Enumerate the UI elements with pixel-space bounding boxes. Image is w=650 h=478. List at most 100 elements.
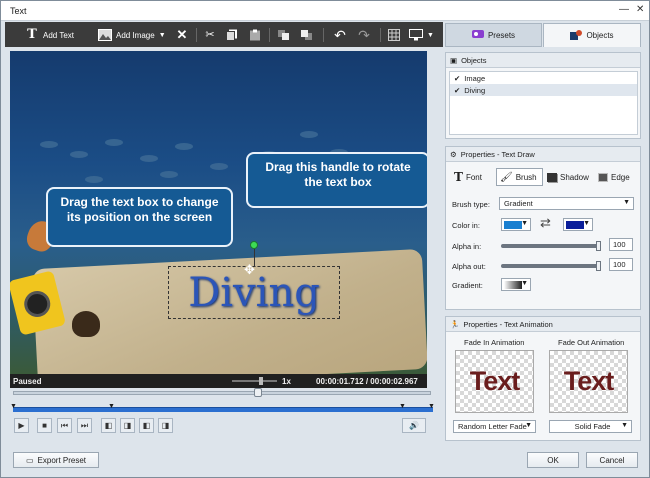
play-button[interactable]: ▶: [14, 418, 29, 433]
fish: [160, 171, 178, 178]
volume-button[interactable]: 🔊: [402, 418, 426, 433]
ok-button[interactable]: OK: [527, 452, 579, 468]
fade-in-start-button[interactable]: ◧: [101, 418, 116, 433]
paste-button[interactable]: [248, 27, 262, 43]
color-in-secondary[interactable]: ▼: [563, 218, 593, 231]
fade-out-start-icon: ◧: [142, 421, 151, 430]
seek-bar[interactable]: [13, 391, 431, 395]
playback-status-bar: Paused 1x 00:00:01.712 / 00:00:02.967: [10, 374, 427, 388]
fade-out-value: Solid Fade: [574, 422, 611, 431]
tab-objects[interactable]: Objects: [543, 23, 641, 47]
object-item-label: Diving: [464, 85, 486, 95]
chevron-down-icon[interactable]: ▼: [159, 32, 166, 39]
timeline[interactable]: ▼ ▼ ▼ ▼: [10, 388, 435, 414]
video-preview[interactable]: Diving ✥ Drag the text box to change its…: [10, 51, 427, 374]
chevron-down-icon[interactable]: ▼: [427, 32, 434, 39]
fade-in-select[interactable]: Random Letter Fade ▼: [453, 420, 536, 433]
grid-button[interactable]: [387, 27, 401, 43]
fade-in-marker[interactable]: ▼: [108, 403, 115, 410]
gradient-picker[interactable]: ▼: [501, 278, 531, 291]
alpha-in-slider[interactable]: [501, 244, 601, 248]
tab-font[interactable]: T Font: [454, 168, 494, 186]
gradient-label: Gradient:: [452, 281, 483, 290]
object-item-label: Image: [464, 73, 486, 83]
playback-state: Paused: [13, 377, 42, 386]
gear-icon: ⚙: [450, 149, 457, 159]
gradient-swatch: [504, 281, 522, 289]
alpha-in-input[interactable]: 100: [609, 238, 633, 251]
text-draw-panel-header: ⚙ Properties - Text Draw: [446, 147, 640, 162]
text-draw-panel-title: Properties - Text Draw: [460, 149, 535, 159]
stop-button[interactable]: ■: [37, 418, 52, 433]
add-text-label: Add Text: [43, 30, 74, 40]
fade-in-value: Random Letter Fade: [458, 422, 527, 431]
fish: [210, 163, 228, 170]
next-frame-button[interactable]: ⏭: [77, 418, 92, 433]
tab-presets[interactable]: Presets: [445, 23, 542, 47]
animation-track[interactable]: [13, 407, 433, 412]
fade-out-select[interactable]: Solid Fade ▼: [549, 420, 632, 433]
export-preset-button[interactable]: ▭ Export Preset: [13, 452, 99, 468]
send-back-button[interactable]: [300, 27, 314, 43]
fade-out-start-button[interactable]: ◧: [139, 418, 154, 433]
font-icon: T: [454, 170, 463, 184]
objects-panel-title: Objects: [461, 55, 487, 65]
alpha-out-thumb[interactable]: [596, 261, 601, 271]
speed-slider[interactable]: [232, 380, 277, 382]
panel-tabs: Presets Objects: [445, 23, 647, 47]
undo-button[interactable]: ↶: [333, 27, 347, 43]
tab-edge[interactable]: Edge: [598, 168, 638, 186]
tab-objects-label: Objects: [586, 31, 614, 40]
brush-type-select[interactable]: Gradient ▼: [499, 197, 634, 210]
rotate-handle[interactable]: [250, 241, 258, 249]
checkmark-icon: ✔: [454, 85, 461, 95]
tab-brush[interactable]: 🖌 Brush: [496, 168, 543, 186]
objects-icon: [570, 29, 583, 42]
add-text-button[interactable]: T Add Text: [25, 27, 74, 43]
fish: [105, 139, 123, 146]
chevron-down-icon: ▼: [583, 220, 590, 227]
chevron-down-icon: ▼: [521, 280, 528, 287]
tab-shadow-label: Shadow: [560, 172, 589, 182]
objects-icon: ▣: [450, 55, 458, 65]
alpha-in-thumb[interactable]: [596, 241, 601, 251]
objects-list[interactable]: ✔ Image ✔ Diving: [449, 71, 638, 135]
fade-out-end-button[interactable]: ◨: [158, 418, 173, 433]
color-in-primary[interactable]: ▼: [501, 218, 531, 231]
monitor-button[interactable]: ▼: [409, 27, 434, 43]
toolbar-separator: [323, 28, 324, 42]
copy-button[interactable]: [225, 27, 239, 43]
object-item-diving[interactable]: ✔ Diving: [450, 84, 637, 96]
delete-button[interactable]: ✕: [175, 27, 189, 43]
cut-button[interactable]: ✂: [203, 27, 217, 43]
swap-colors-icon[interactable]: ⇄: [540, 215, 551, 231]
fade-in-preview[interactable]: Text: [455, 350, 534, 413]
cancel-label: Cancel: [599, 455, 625, 465]
fade-out-preview[interactable]: Text: [549, 350, 628, 413]
redo-button[interactable]: ↷: [357, 27, 371, 43]
alpha-out-slider[interactable]: [501, 264, 601, 268]
prev-frame-button[interactable]: ⏮: [57, 418, 72, 433]
callout-move-text: Drag the text box to change its position…: [60, 195, 219, 224]
fade-out-marker[interactable]: ▼: [399, 403, 406, 410]
fish: [140, 155, 158, 162]
seek-thumb[interactable]: [254, 388, 262, 397]
start-marker[interactable]: ▼: [10, 403, 17, 410]
bring-front-button[interactable]: [277, 27, 291, 43]
object-item-image[interactable]: ✔ Image: [450, 72, 637, 84]
add-image-label: Add Image: [116, 30, 155, 40]
end-marker[interactable]: ▼: [428, 403, 435, 410]
chevron-down-icon: ▼: [621, 422, 628, 429]
fade-in-end-button[interactable]: ◨: [120, 418, 135, 433]
objects-panel-header: ▣ Objects: [446, 53, 640, 68]
cancel-button[interactable]: Cancel: [586, 452, 638, 468]
close-button[interactable]: ✕: [636, 4, 644, 15]
alpha-out-input[interactable]: 100: [609, 258, 633, 271]
color-in-label: Color in:: [452, 221, 480, 230]
minimize-button[interactable]: —: [619, 4, 629, 15]
fade-out-preview-text: Text: [563, 366, 615, 396]
tab-shadow[interactable]: Shadow: [547, 168, 595, 186]
add-image-button[interactable]: Add Image ▼: [98, 27, 166, 43]
speed-slider-thumb[interactable]: [259, 377, 263, 385]
export-preset-label: Export Preset: [37, 455, 87, 465]
